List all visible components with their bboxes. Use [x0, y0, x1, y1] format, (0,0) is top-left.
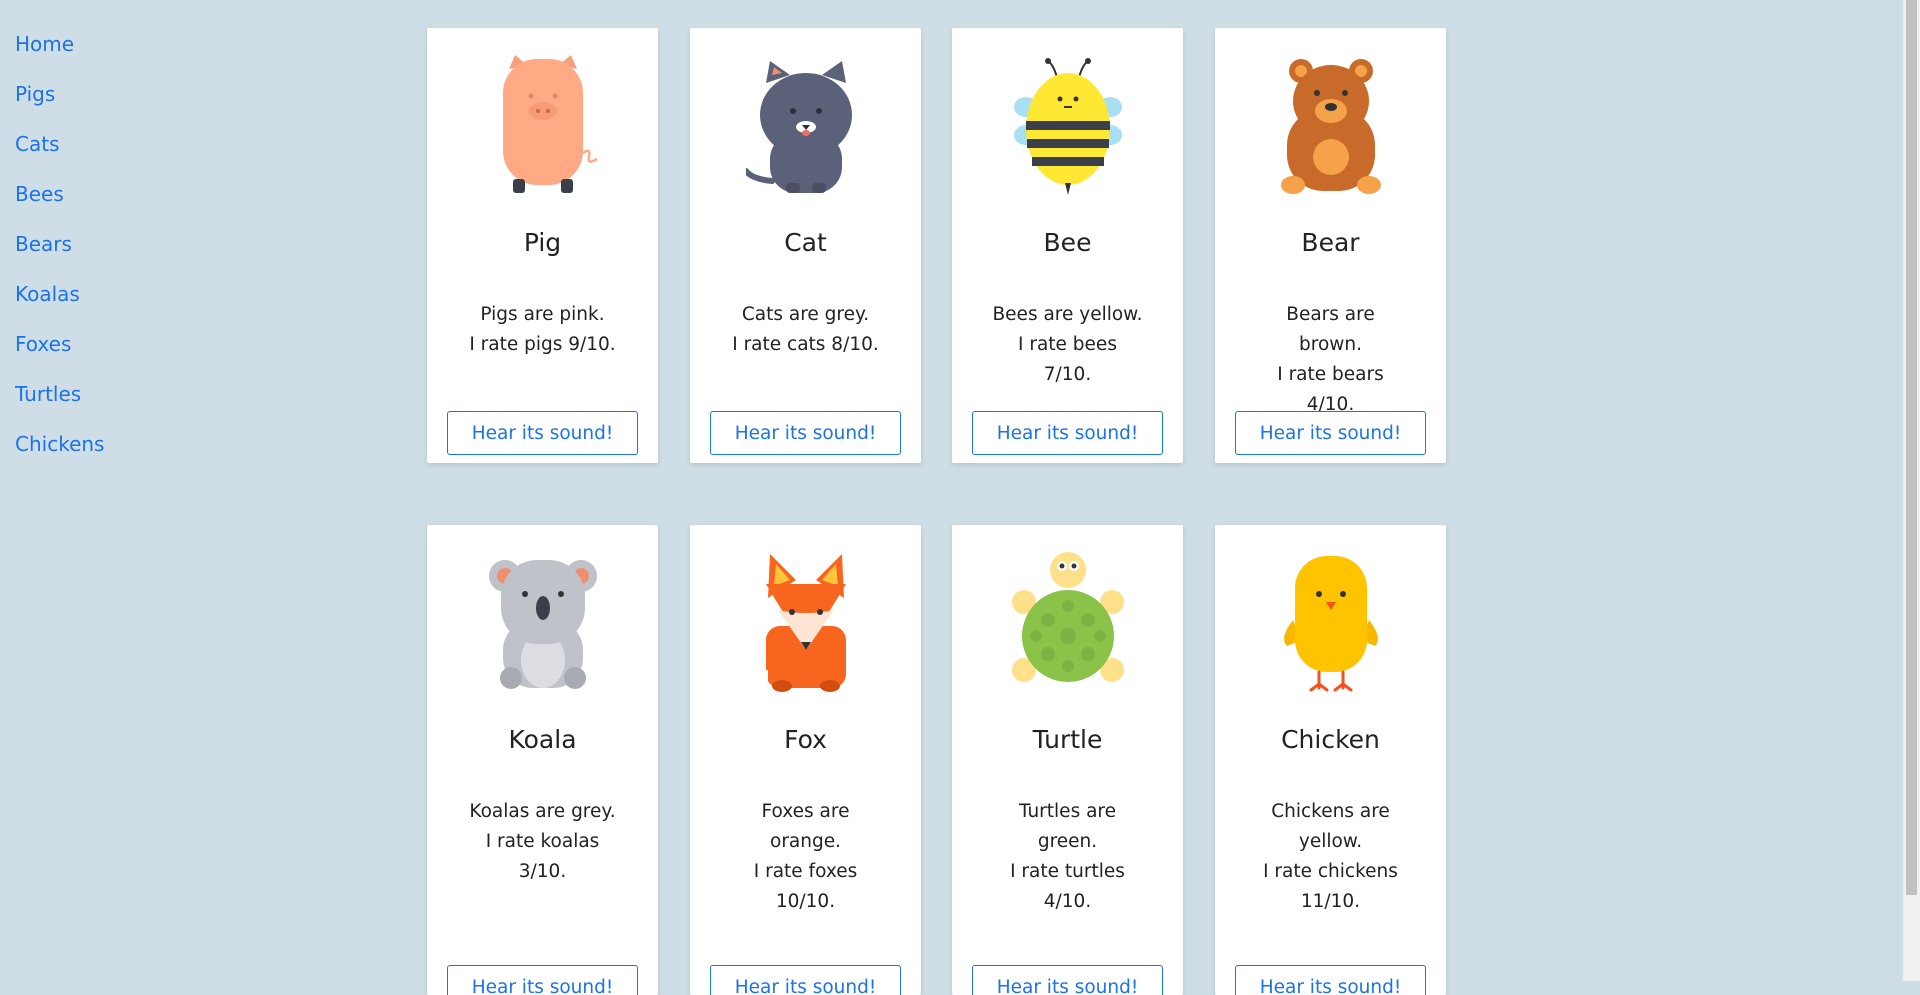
card-description: Koalas are grey. I rate koalas 3/10. — [469, 801, 616, 882]
card-description: Turtles are green. I rate turtles 4/10. — [1010, 801, 1125, 912]
nav-link-pigs[interactable]: Pigs — [15, 81, 104, 131]
nav-link-turtles[interactable]: Turtles — [15, 381, 104, 431]
nav-link-cats[interactable]: Cats — [15, 131, 104, 181]
nav-link-bees[interactable]: Bees — [15, 181, 104, 231]
card-description: Foxes are orange. I rate foxes 10/10. — [753, 801, 858, 912]
hear-sound-button[interactable]: Hear its sound! — [1235, 411, 1426, 455]
nav-link-koalas[interactable]: Koalas — [15, 281, 104, 331]
chicken-icon — [1215, 547, 1446, 697]
turtle-icon — [952, 547, 1183, 697]
bee-icon — [952, 50, 1183, 200]
card-description: Cats are grey. I rate cats 8/10. — [732, 304, 879, 355]
card-bee: Bee Bees are yellow. I rate bees 7/10. H… — [952, 28, 1183, 463]
card-title: Turtle — [1032, 725, 1103, 754]
card-koala: Koala Koalas are grey. I rate koalas 3/1… — [427, 525, 658, 995]
card-title: Bee — [1043, 228, 1092, 257]
card-description: Bees are yellow. I rate bees 7/10. — [992, 304, 1143, 385]
sidebar-nav: Home Pigs Cats Bees Bears Koalas Foxes T… — [15, 31, 104, 481]
pig-icon — [427, 50, 658, 200]
card-bear: Bear Bears are brown. I rate bears 4/10.… — [1215, 28, 1446, 463]
cat-icon — [690, 50, 921, 200]
card-pig: Pig Pigs are pink. I rate pigs 9/10. Hea… — [427, 28, 658, 463]
hear-sound-button[interactable]: Hear its sound! — [447, 411, 638, 455]
card-title: Pig — [523, 228, 562, 257]
bear-icon — [1215, 50, 1446, 200]
hear-sound-button[interactable]: Hear its sound! — [1235, 965, 1426, 995]
card-description: Bears are brown. I rate bears 4/10. — [1277, 304, 1384, 415]
nav-link-foxes[interactable]: Foxes — [15, 331, 104, 381]
card-cat: Cat Cats are grey. I rate cats 8/10. Hea… — [690, 28, 921, 463]
card-title: Chicken — [1281, 725, 1380, 754]
card-title: Cat — [784, 228, 827, 257]
hear-sound-button[interactable]: Hear its sound! — [972, 411, 1163, 455]
nav-link-chickens[interactable]: Chickens — [15, 431, 104, 481]
card-fox: Fox Foxes are orange. I rate foxes 10/10… — [690, 525, 921, 995]
card-title: Koala — [508, 725, 577, 754]
card-description: Pigs are pink. I rate pigs 9/10. — [469, 304, 616, 355]
hear-sound-button[interactable]: Hear its sound! — [710, 965, 901, 995]
hear-sound-button[interactable]: Hear its sound! — [447, 965, 638, 995]
scrollbar[interactable] — [1903, 0, 1920, 981]
card-chicken: Chicken Chickens are yellow. I rate chic… — [1215, 525, 1446, 995]
card-turtle: Turtle Turtles are green. I rate turtles… — [952, 525, 1183, 995]
card-title: Fox — [784, 725, 827, 754]
nav-link-bears[interactable]: Bears — [15, 231, 104, 281]
scrollbar-thumb[interactable] — [1906, 0, 1917, 895]
card-title: Bear — [1301, 228, 1360, 257]
hear-sound-button[interactable]: Hear its sound! — [972, 965, 1163, 995]
nav-link-home[interactable]: Home — [15, 31, 104, 81]
fox-icon — [690, 547, 921, 697]
hear-sound-button[interactable]: Hear its sound! — [710, 411, 901, 455]
koala-icon — [427, 547, 658, 697]
card-description: Chickens are yellow. I rate chickens 11/… — [1263, 801, 1398, 912]
